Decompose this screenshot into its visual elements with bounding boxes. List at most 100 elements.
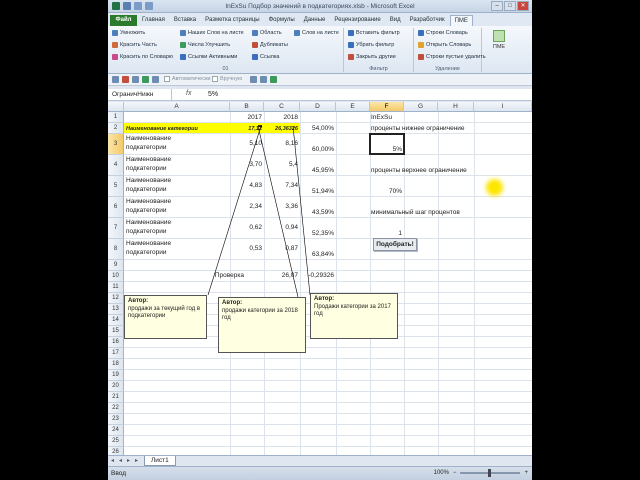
formula-input[interactable]: 5% <box>208 91 218 98</box>
cell-a6-line2[interactable]: подкатегории <box>126 207 166 215</box>
toolbar-icon-2[interactable] <box>122 76 129 83</box>
tab-file[interactable]: Файл <box>110 15 137 26</box>
cell-d4[interactable]: 45,95% <box>300 167 334 175</box>
row-header-12[interactable]: 12 <box>108 293 124 304</box>
cell-b7[interactable]: 0,62 <box>230 224 262 232</box>
column-header-d[interactable]: D <box>300 102 336 112</box>
row-header-7[interactable]: 7 <box>108 218 124 239</box>
zoom-out-icon[interactable]: − <box>453 470 457 476</box>
cell-b4[interactable]: 3,70 <box>230 161 262 169</box>
cell-c2[interactable]: 26,36326 <box>264 125 298 133</box>
maximize-icon[interactable]: □ <box>504 1 516 11</box>
row-header-3[interactable]: 3 <box>108 134 124 155</box>
row-header-19[interactable]: 19 <box>108 370 124 381</box>
cell-f1[interactable]: InExSu <box>371 114 392 122</box>
active-links-button[interactable]: Ссылки Активными <box>180 54 237 60</box>
row-header-18[interactable]: 18 <box>108 359 124 370</box>
cell-d7[interactable]: 52,35% <box>300 230 334 238</box>
tab-data[interactable]: Данные <box>300 15 330 26</box>
row-header-16[interactable]: 16 <box>108 337 124 348</box>
toolbar-icon-4[interactable] <box>142 76 149 83</box>
tab-insert[interactable]: Вставка <box>170 15 200 26</box>
cell-d2[interactable]: 54,00% <box>300 125 334 133</box>
open-dict-button[interactable]: Открыть Словарь <box>418 42 471 48</box>
cell-c4[interactable]: 5,4 <box>264 161 298 169</box>
words-on-sheet-button[interactable]: Слов на листе <box>294 30 339 36</box>
column-header-c[interactable]: C <box>264 102 300 112</box>
cell-b10[interactable]: Проверка <box>204 272 244 280</box>
column-header-a[interactable]: A <box>124 102 230 112</box>
zoom-slider-thumb[interactable] <box>488 469 492 477</box>
zoom-level[interactable]: 100% <box>434 470 449 476</box>
tab-developer[interactable]: Разработчик <box>406 15 449 26</box>
our-words-button[interactable]: Наших Слов на листе <box>180 30 244 36</box>
sheet-tab-1[interactable]: Лист1 <box>144 456 176 466</box>
row-header-22[interactable]: 22 <box>108 403 124 414</box>
row-header-6[interactable]: 6 <box>108 197 124 218</box>
cell-f6[interactable]: минимальный шаг процентов <box>371 209 460 217</box>
auto-calc-checkbox[interactable]: Автоматически <box>164 76 210 82</box>
cell-b5[interactable]: 4,83 <box>230 182 262 190</box>
fx-icon[interactable]: fx <box>186 90 191 97</box>
tab-view[interactable]: Вид <box>386 15 405 26</box>
row-header-14[interactable]: 14 <box>108 315 124 326</box>
row-header-24[interactable]: 24 <box>108 425 124 436</box>
insert-filter-button[interactable]: Вставить фильтр <box>348 30 400 36</box>
tab-home[interactable]: Главная <box>138 15 169 26</box>
row-header-4[interactable]: 4 <box>108 155 124 176</box>
column-header-b[interactable]: B <box>230 102 264 112</box>
color-part-button[interactable]: Красить Часть <box>112 42 157 48</box>
cell-a6-line1[interactable]: Наименование <box>126 198 171 206</box>
improve-numbers-button[interactable]: Числа Улучшить <box>180 42 230 48</box>
tab-review[interactable]: Рецензирование <box>330 15 384 26</box>
cell-f5[interactable]: 70% <box>370 188 402 196</box>
toolbar-icon-3[interactable] <box>132 76 139 83</box>
cell-a5-line1[interactable]: Наименование <box>126 177 171 185</box>
column-header-h[interactable]: H <box>438 102 474 112</box>
toolbar-icon-7[interactable] <box>260 76 267 83</box>
row-header-25[interactable]: 25 <box>108 436 124 447</box>
cell-c10[interactable]: 26,07 <box>264 272 298 280</box>
cell-a8-line2[interactable]: подкатегории <box>126 249 166 257</box>
first-sheet-icon[interactable]: ◂ <box>111 458 117 464</box>
cell-d5[interactable]: 51,94% <box>300 188 334 196</box>
duplicates-button[interactable]: Дубликаты <box>252 42 288 48</box>
toolbar-icon-8[interactable] <box>270 76 277 83</box>
cell-f4[interactable]: проценты верхнее ограничение <box>371 167 467 175</box>
close-icon[interactable]: ✕ <box>517 1 529 11</box>
row-header-10[interactable]: 10 <box>108 271 124 282</box>
cell-b8[interactable]: 0,53 <box>230 245 262 253</box>
cell-a4-line2[interactable]: подкатегории <box>126 165 166 173</box>
cell-c5[interactable]: 7,34 <box>264 182 298 190</box>
toolbar-icon-5[interactable] <box>152 76 159 83</box>
row-header-5[interactable]: 5 <box>108 176 124 197</box>
comment-box-3[interactable]: Автор: Продажи категории за 2017 год <box>310 293 398 339</box>
cell-a3-line2[interactable]: подкатегории <box>126 144 166 152</box>
cell-a4-line1[interactable]: Наименование <box>126 156 171 164</box>
zoom-in-icon[interactable]: + <box>524 470 528 476</box>
row-header-17[interactable]: 17 <box>108 348 124 359</box>
close-others-button[interactable]: Закрыть другие <box>348 54 396 60</box>
name-box[interactable]: ОграничНижн <box>108 89 172 100</box>
toolbar-icon-1[interactable] <box>112 76 119 83</box>
select-all-corner[interactable] <box>108 102 124 112</box>
row-header-15[interactable]: 15 <box>108 326 124 337</box>
cell-d10[interactable]: -0,29326 <box>300 272 334 280</box>
toolbar-icon-6[interactable] <box>250 76 257 83</box>
column-header-g[interactable]: G <box>404 102 438 112</box>
cell-d8[interactable]: 63,84% <box>300 251 334 259</box>
link-button[interactable]: Ссылка <box>252 54 279 60</box>
tab-page-layout[interactable]: Разметка страницы <box>201 15 263 26</box>
row-header-8[interactable]: 8 <box>108 239 124 260</box>
manual-calc-checkbox[interactable]: Вручную <box>212 76 242 82</box>
cell-b6[interactable]: 2,34 <box>230 203 262 211</box>
cell-c3[interactable]: 8,16 <box>264 140 298 148</box>
cell-c6[interactable]: 3,36 <box>264 203 298 211</box>
last-sheet-icon[interactable]: ▸ <box>135 458 141 464</box>
tab-pme[interactable]: ПМЕ <box>449 15 473 26</box>
column-header-i[interactable]: I <box>474 102 532 112</box>
cell-a3-line1[interactable]: Наименование <box>126 135 171 143</box>
column-header-f[interactable]: F <box>370 102 404 112</box>
next-sheet-icon[interactable]: ▸ <box>127 458 133 464</box>
cell-a8-line1[interactable]: Наименование <box>126 240 171 248</box>
